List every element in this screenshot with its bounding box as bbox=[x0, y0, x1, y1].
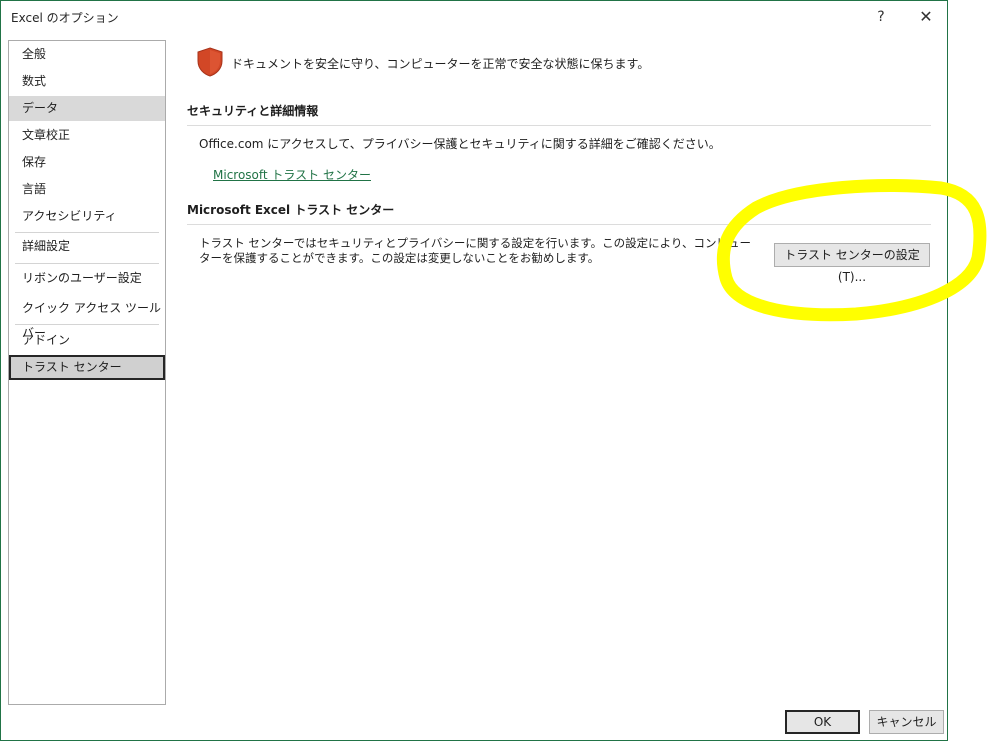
trust-center-settings-button[interactable]: トラスト センターの設定(T)... bbox=[774, 243, 930, 284]
microsoft-trust-center-link[interactable]: Microsoft トラスト センター bbox=[213, 166, 371, 183]
options-dialog: Excel のオプション ? ✕ 全般 数式 データ 文章校正 保存 言語 アク… bbox=[0, 0, 948, 741]
sidebar-item-data[interactable]: データ bbox=[9, 96, 165, 121]
sidebar-divider bbox=[15, 263, 159, 264]
help-button[interactable]: ? bbox=[867, 5, 895, 29]
intro-text: ドキュメントを安全に守り、コンピューターを正常で安全な状態に保ちます。 bbox=[231, 57, 650, 71]
trust-center-pane: ドキュメントを安全に守り、コンピューターを正常で安全な状態に保ちます。 セキュリ… bbox=[186, 41, 932, 441]
sidebar-item-trust-center[interactable]: トラスト センター bbox=[9, 355, 165, 380]
sidebar-divider bbox=[15, 324, 159, 325]
sidebar-item-advanced[interactable]: 詳細設定 bbox=[9, 234, 165, 259]
sidebar-item-quick-access-toolbar[interactable]: クイック アクセス ツール バー bbox=[9, 296, 165, 340]
section-title-trust-center: Microsoft Excel トラスト センター bbox=[187, 203, 395, 217]
window-title: Excel のオプション bbox=[11, 11, 119, 25]
options-sidebar: 全般 数式 データ 文章校正 保存 言語 アクセシビリティ 詳細設定 リボンのユ… bbox=[8, 40, 166, 705]
section-divider bbox=[187, 125, 931, 126]
shield-icon bbox=[197, 47, 223, 77]
security-info-text: Office.com にアクセスして、プライバシー保護とセキュリティに関する詳細… bbox=[199, 137, 721, 151]
section-title-security: セキュリティと詳細情報 bbox=[187, 104, 319, 118]
trust-center-description: トラスト センターではセキュリティとプライバシーに関する設定を行います。この設定… bbox=[199, 236, 751, 265]
sidebar-item-addins[interactable]: アドイン bbox=[9, 328, 165, 353]
close-button[interactable]: ✕ bbox=[912, 5, 940, 29]
sidebar-item-language[interactable]: 言語 bbox=[9, 177, 165, 202]
sidebar-item-formulas[interactable]: 数式 bbox=[9, 69, 165, 94]
sidebar-item-general[interactable]: 全般 bbox=[9, 42, 165, 67]
sidebar-item-proofing[interactable]: 文章校正 bbox=[9, 123, 165, 148]
sidebar-item-customize-ribbon[interactable]: リボンのユーザー設定 bbox=[9, 266, 165, 291]
sidebar-divider bbox=[15, 232, 159, 233]
cancel-button[interactable]: キャンセル bbox=[869, 710, 944, 734]
sidebar-item-accessibility[interactable]: アクセシビリティ bbox=[9, 204, 165, 229]
section-divider bbox=[187, 224, 931, 225]
title-bar: Excel のオプション ? ✕ bbox=[1, 1, 947, 33]
sidebar-item-save[interactable]: 保存 bbox=[9, 150, 165, 175]
ok-button[interactable]: OK bbox=[785, 710, 860, 734]
